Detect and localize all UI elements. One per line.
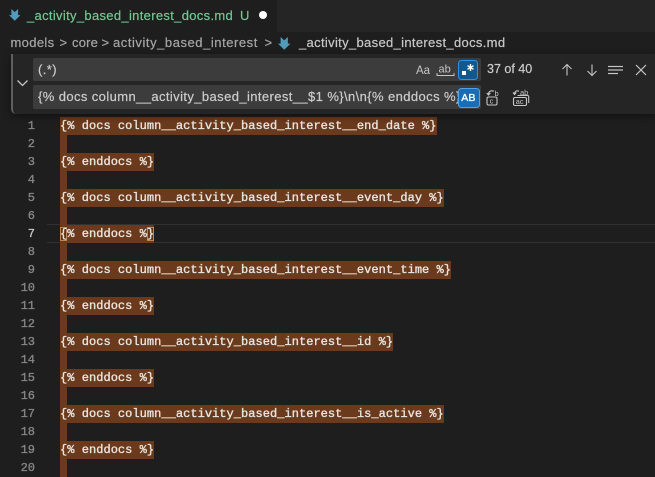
svg-text:ac: ac bbox=[516, 97, 524, 106]
svg-text:Aa: Aa bbox=[416, 65, 431, 77]
svg-text:c: c bbox=[490, 97, 494, 106]
svg-text:ab: ab bbox=[439, 64, 451, 76]
